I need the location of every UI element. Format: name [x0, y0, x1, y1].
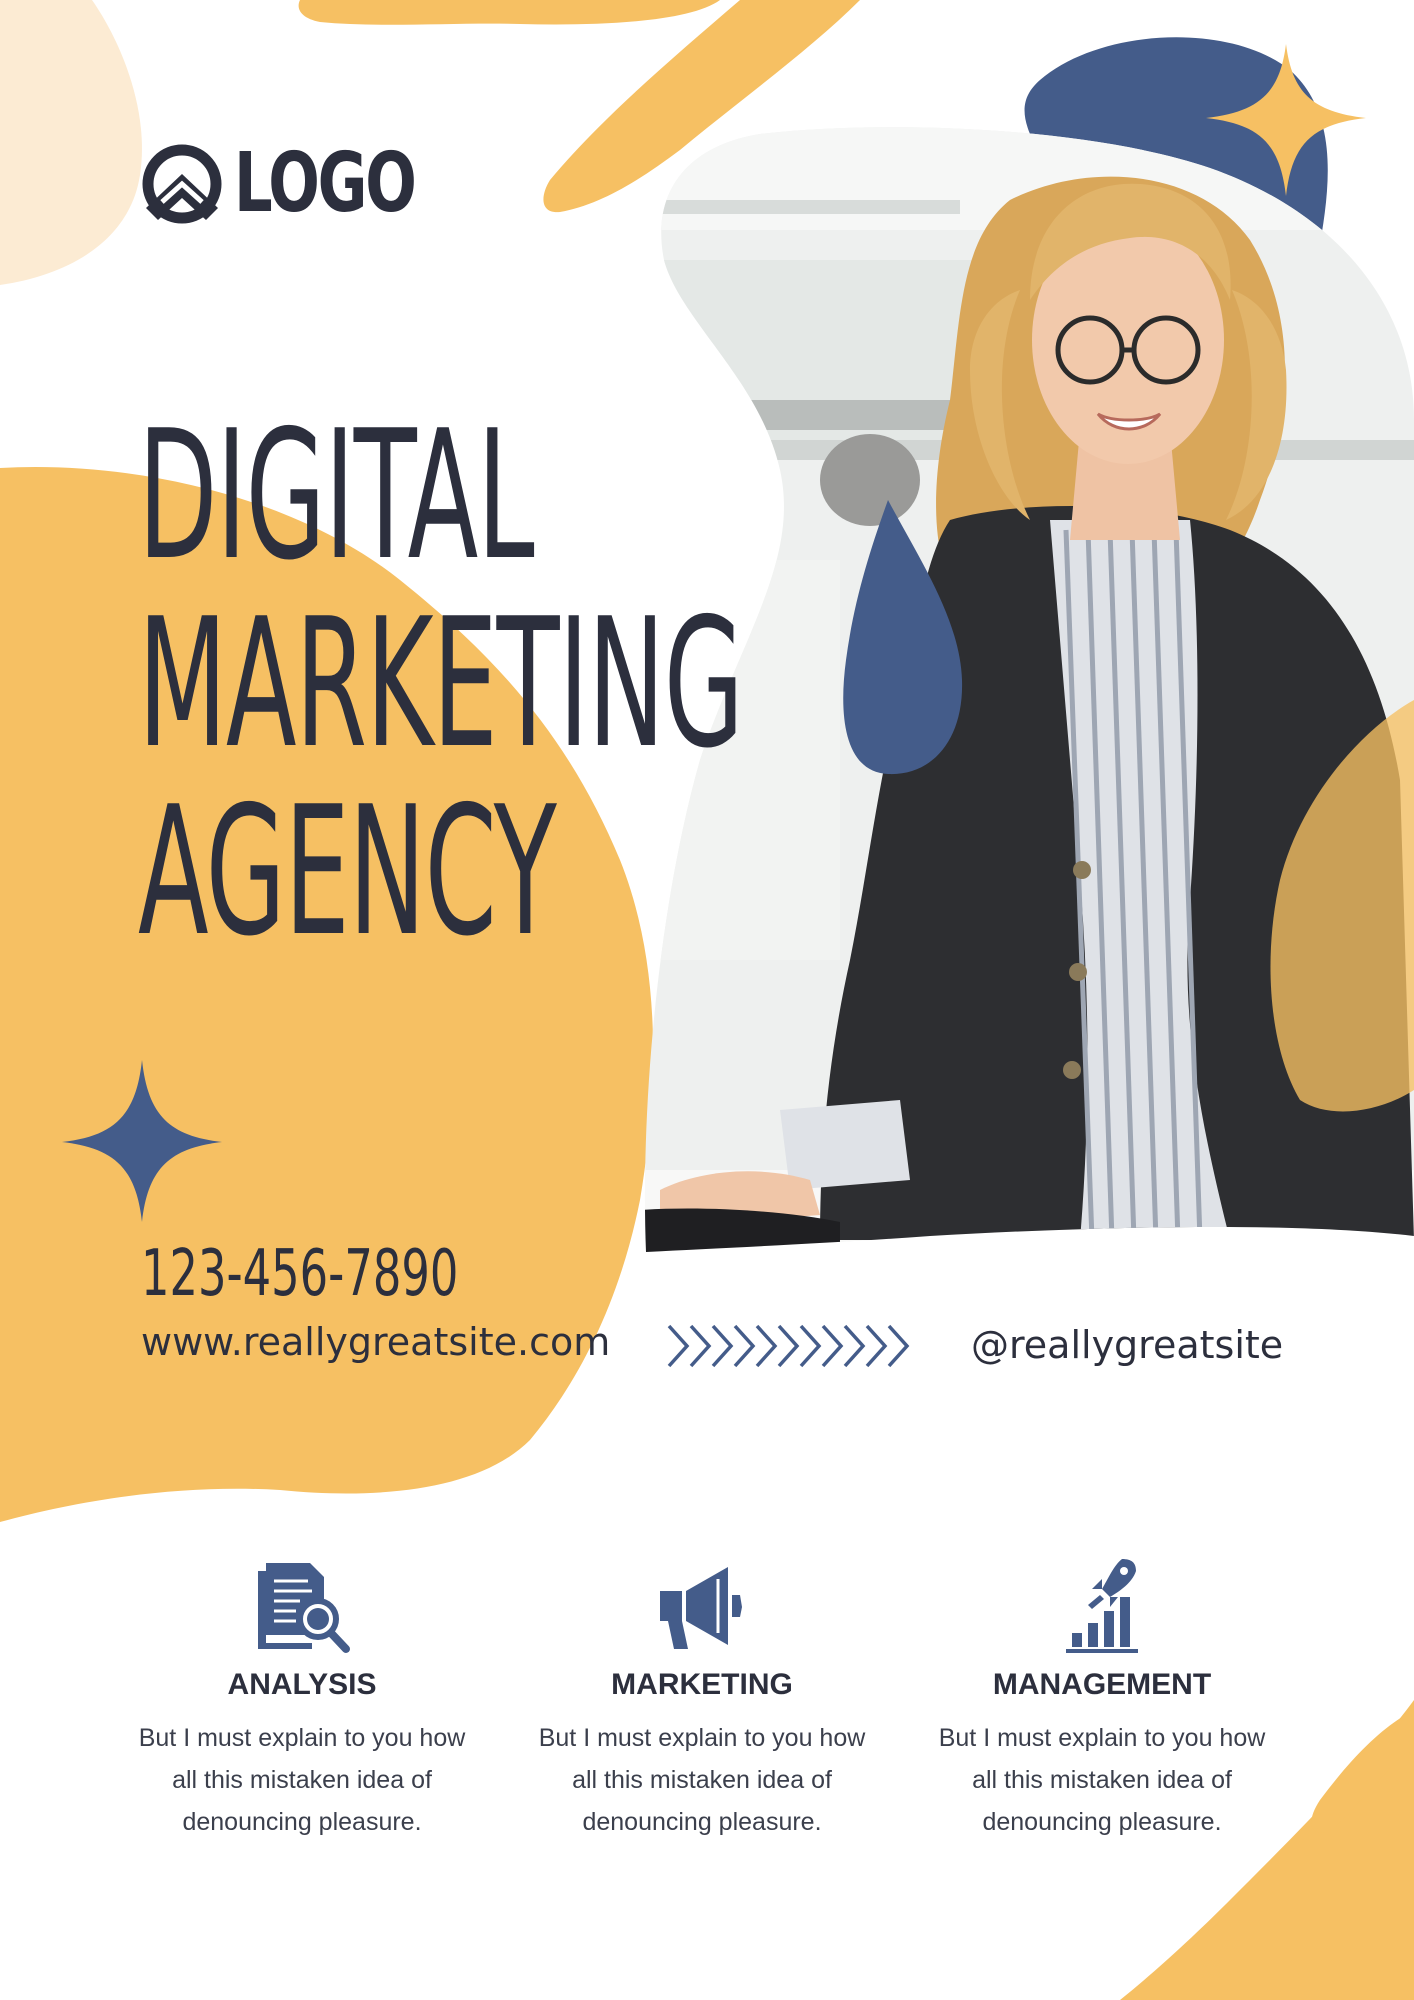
service-title: MARKETING [611, 1668, 793, 1701]
service-analysis: ANALYSIS But I must explain to you how a… [117, 1555, 487, 1843]
service-title: ANALYSIS [227, 1668, 377, 1701]
house-arrow-logo-icon [142, 144, 222, 224]
flyer-page: LOGO DIGITAL MARKETING AGENCY 123-456-78… [0, 0, 1414, 2000]
document-search-icon [258, 1563, 350, 1653]
service-title: MANAGEMENT [992, 1668, 1212, 1701]
logo-text: LOGO [234, 136, 417, 231]
headline: DIGITAL MARKETING AGENCY [138, 402, 1181, 966]
brush-stroke-top [298, 0, 720, 25]
service-description: But I must explain to you how all this m… [138, 1724, 466, 1836]
services-row: ANALYSIS But I must explain to you how a… [117, 1555, 1287, 1843]
rocket-growth-chart-icon [1066, 1559, 1138, 1653]
logo[interactable]: LOGO [140, 142, 478, 226]
service-marketing: MARKETING But I must explain to you how … [517, 1555, 887, 1843]
social-handle[interactable]: @reallygreatsite [971, 1321, 1283, 1369]
peach-blob-top-left [0, 0, 142, 285]
website-link[interactable]: www.reallygreatsite.com [141, 1318, 610, 1366]
service-description: But I must explain to you how all this m… [938, 1724, 1266, 1836]
chevrons-right-icon [667, 1324, 910, 1368]
phone-number[interactable]: 123-456-7890 [141, 1236, 458, 1312]
megaphone-icon [660, 1567, 742, 1649]
headline-line-1: DIGITAL [138, 392, 535, 599]
headline-line-3: AGENCY [138, 768, 557, 975]
service-description: But I must explain to you how all this m… [538, 1724, 866, 1836]
headline-line-2: MARKETING [138, 580, 744, 787]
service-management: MANAGEMENT But I must explain to you how… [917, 1555, 1287, 1843]
